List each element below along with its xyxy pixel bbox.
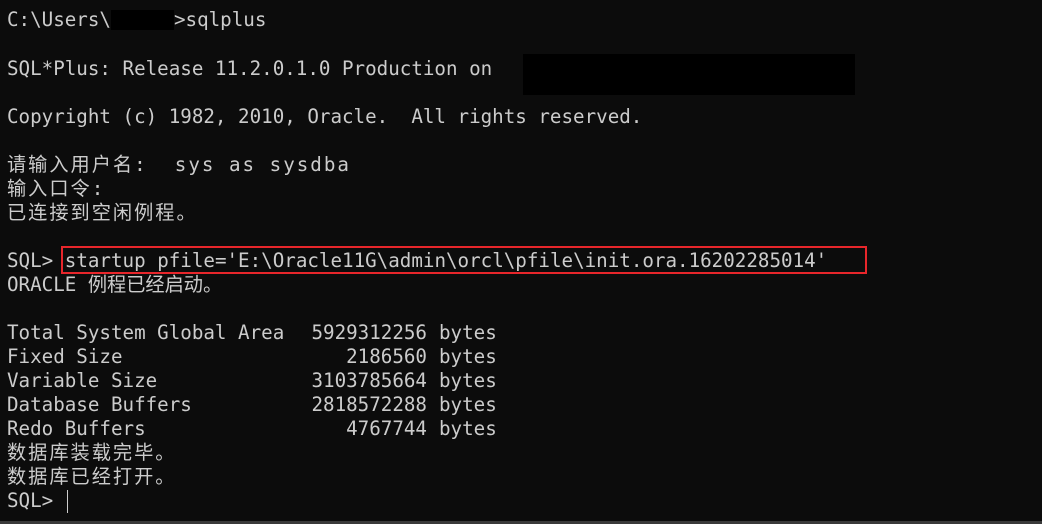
cmd-prompt-prefix: C:\Users\ [7,8,111,31]
sga-unit: bytes [439,345,497,368]
sga-unit: bytes [439,321,497,344]
highlight-box [61,246,867,274]
sga-row: Database Buffers 2818572288 bytes [7,393,497,417]
db-opened-line: 数据库已经打开。 [7,465,177,488]
sga-row: Total System Global Area 5929312256 bytes [7,321,497,345]
cmd-prompt-line: C:\Users\ >sqlplus [7,8,266,32]
sga-label: Fixed Size [7,345,123,368]
sga-label: Variable Size [7,369,158,392]
sga-row: Redo Buffers 4767744 bytes [7,417,497,441]
instance-started-line: ORACLE 例程已经启动。 [7,273,223,296]
sga-unit: bytes [439,417,497,440]
sga-value: 2186560 [346,345,427,368]
sql-prompt: SQL> [7,249,54,272]
sga-label: Database Buffers [7,393,192,416]
sga-label: Total System Global Area [7,321,285,344]
password-prompt-line: 输入口令: [7,177,106,200]
username-prompt-line: 请输入用户名: sys as sysdba [7,153,351,176]
redacted-date [523,54,855,95]
sga-unit: bytes [439,369,497,392]
copyright-line: Copyright (c) 1982, 2010, Oracle. All ri… [7,105,643,128]
text-cursor [67,490,68,513]
sga-label: Redo Buffers [7,417,146,440]
release-line: SQL*Plus: Release 11.2.0.1.0 Production … [7,57,493,80]
sga-unit: bytes [439,393,497,416]
redacted-username [110,9,174,30]
sga-value: 2818572288 [311,393,427,416]
sga-value: 3103785664 [311,369,427,392]
cmd-prompt-command: >sqlplus [173,8,267,31]
sga-value: 4767744 [346,417,427,440]
sga-row: Fixed Size 2186560 bytes [7,345,497,369]
final-prompt-line[interactable]: SQL> [7,489,53,513]
db-mounted-line: 数据库装载完毕。 [7,441,177,464]
sga-row: Variable Size 3103785664 bytes [7,369,497,393]
sga-value: 5929312256 [311,321,427,344]
terminal-window[interactable]: C:\Users\ >sqlplus SQL*Plus: Release 11.2… [0,0,1042,521]
connected-idle-line: 已连接到空闲例程。 [7,201,198,224]
